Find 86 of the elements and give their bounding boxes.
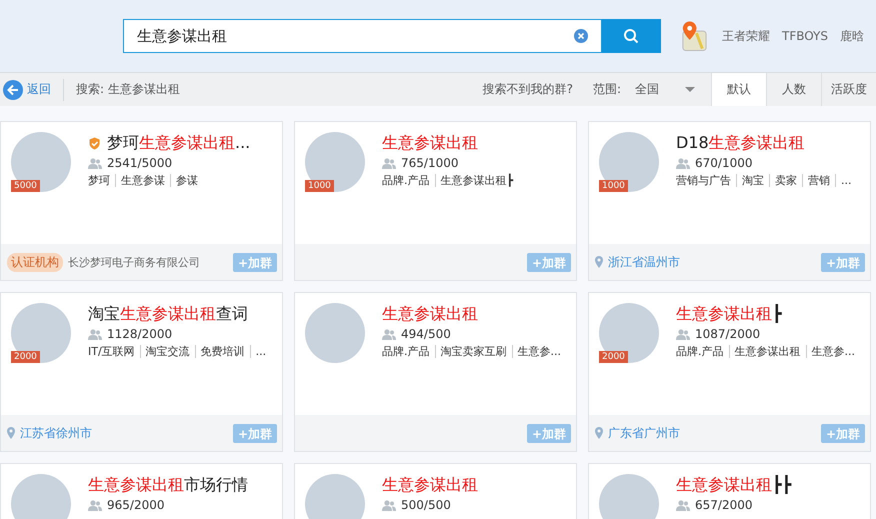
people-icon [676,500,690,510]
member-count: 494/500 [401,327,451,341]
group-title[interactable]: 生意参谋出租市场行情 [88,474,248,496]
clear-icon[interactable] [574,29,588,43]
help-link[interactable]: 搜索不到我的群? [482,81,573,98]
group-card[interactable]: 5000 梦珂生意参谋出租... 2541/5000 梦珂 生意参谋 参谋 认证机构 长沙梦珂电子商务有限公司 +加群 [0,121,283,281]
group-tag: 免费培训 [194,345,250,358]
location-pin-icon [595,427,603,439]
group-card[interactable]: 2000 淘宝生意参谋出租查词 1128/2000 IT/互联网 淘宝交流 免费培训 ... 江苏省徐州市 +加群 [0,292,283,452]
group-tag: 梦珂 [88,174,115,187]
capacity-badge: 5000 [11,180,40,192]
group-tag: ... [250,345,272,358]
search-query-text: 搜索: 生意参谋出租 [76,81,180,98]
group-tag: 生意参谋出租┣ [434,174,518,187]
people-icon [676,158,690,168]
group-card[interactable]: 2000 生意参谋出租┣ 1087/2000 品牌.产品 生意参谋出租 生意参... 广东省广州市 +加群 [588,292,871,452]
location-text: 广东省广州市 [608,424,680,442]
group-title[interactable]: 梦珂生意参谋出租... [107,132,250,154]
member-count: 670/1000 [695,156,752,170]
capacity-badge: 2000 [11,351,40,363]
group-title[interactable]: 生意参谋出租 [382,132,478,154]
group-tag: 生意参... [512,345,566,358]
member-count: 965/2000 [107,498,164,512]
group-tag: 参谋 [170,174,203,187]
group-tag: IT/互联网 [88,345,140,358]
caret-icon [685,86,695,92]
people-icon [382,328,396,340]
group-title[interactable]: 生意参谋出租┣ [676,304,782,324]
group-tag: 生意参谋出租 [728,345,806,358]
member-count: 765/1000 [401,156,458,170]
member-count: 1128/2000 [107,327,172,341]
group-tag: ... [835,174,856,187]
group-card[interactable]: 生意参谋出租 494/500 品牌.产品 淘宝卖家互刷 生意参... +加群 [294,292,577,452]
member-count: 657/2000 [695,498,752,512]
capacity-badge: 1000 [305,180,334,192]
group-tag: 淘宝交流 [140,345,195,358]
hot-search-link[interactable]: 鹿晗 [840,28,864,44]
capacity-badge: 1000 [599,180,628,192]
location-text: 江苏省徐州市 [20,424,92,442]
group-tag: 卖家 [769,174,802,187]
location-pin-icon [7,427,15,439]
member-count: 2541/5000 [107,156,172,170]
group-tag: 营销 [802,174,835,187]
group-tag: 品牌.产品 [382,345,434,358]
group-tag: 品牌.产品 [676,345,728,358]
group-card[interactable]: 生意参谋出租┣┣ 657/2000 [588,463,871,519]
search-button[interactable] [602,19,661,53]
group-tag: 淘宝卖家互刷 [434,345,512,358]
member-count: 1087/2000 [695,327,760,341]
search-field[interactable]: 生意参谋出租 [123,19,602,53]
group-tag: 营销与广告 [676,174,736,187]
group-card[interactable]: 1000 生意参谋出租 765/1000 品牌.产品 生意参谋出租┣ +加群 [294,121,577,281]
group-avatar-photo [305,474,365,519]
group-tag: 淘宝 [736,174,769,187]
location-pin-icon [595,256,603,268]
people-icon [382,158,396,168]
location-text: 浙江省温州市 [608,254,680,270]
group-title[interactable]: 生意参谋出租 [382,304,478,324]
sort-tab[interactable]: 默认 [711,73,766,106]
group-card[interactable]: 1000 D18生意参谋出租 670/1000 营销与广告 淘宝 卖家 营销 ... 浙江省温州市 +加群 [588,121,871,281]
group-tag: 品牌.产品 [382,174,434,187]
certified-org-badge: 认证机构 [7,252,63,272]
people-icon [676,328,690,340]
org-name: 长沙梦珂电子商务有限公司 [68,254,200,270]
group-tag: 生意参... [806,345,860,358]
group-card[interactable]: 生意参谋出租市场行情 965/2000 [0,463,283,519]
range-label: 范围: [592,81,621,98]
people-icon [382,500,396,510]
group-title[interactable]: D18生意参谋出租 [676,132,805,154]
group-avatar-photo [599,474,659,519]
group-card[interactable]: 生意参谋出租 500/500 [294,463,577,519]
hot-search-link[interactable]: TFBOYS [782,29,828,43]
hot-search-link[interactable]: 王者荣耀 [722,28,770,44]
search-icon [623,28,640,44]
range-dropdown[interactable]: 全国 [635,81,695,98]
group-avatar-photo [11,474,71,519]
people-icon [88,328,102,340]
people-icon [88,500,102,510]
member-count: 500/500 [401,498,451,512]
capacity-badge: 2000 [599,351,628,363]
back-button[interactable]: 返回 [0,78,64,100]
group-tag: 生意参谋 [115,174,170,187]
group-title[interactable]: 生意参谋出租 [382,474,478,496]
people-icon [88,158,102,168]
group-title[interactable]: 生意参谋出租┣┣ [676,474,792,496]
group-title[interactable]: 淘宝生意参谋出租查词 [88,304,248,324]
